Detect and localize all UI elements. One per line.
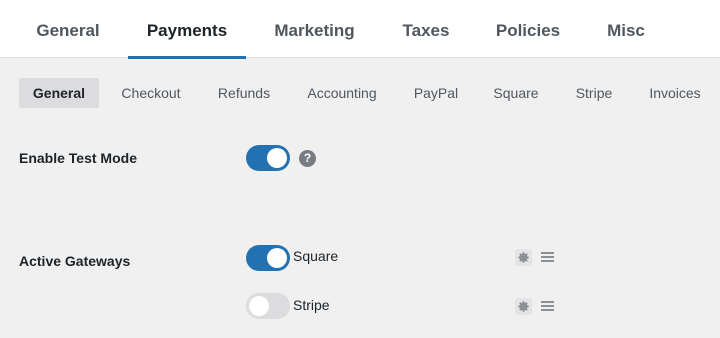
toggle-knob: [267, 248, 287, 268]
test-mode-toggle[interactable]: [246, 145, 290, 171]
subtab-general[interactable]: General: [19, 78, 99, 108]
subtab-paypal[interactable]: PayPal: [404, 78, 468, 108]
test-mode-label: Enable Test Mode: [19, 150, 137, 166]
subtab-accounting[interactable]: Accounting: [298, 78, 386, 108]
toggle-knob: [249, 296, 269, 316]
toggle-knob: [267, 148, 287, 168]
subtab-stripe[interactable]: Stripe: [566, 78, 622, 108]
top-tab-bar: General Payments Marketing Taxes Policie…: [0, 0, 720, 59]
tab-policies[interactable]: Policies: [484, 0, 572, 58]
subtab-refunds[interactable]: Refunds: [207, 78, 281, 108]
tab-payments[interactable]: Payments: [128, 0, 246, 59]
gear-icon[interactable]: [515, 298, 532, 315]
drag-handle-icon[interactable]: [541, 252, 554, 263]
square-gateway-label: Square: [293, 248, 339, 264]
subtab-invoices[interactable]: Invoices: [641, 78, 709, 108]
active-gateways-label: Active Gateways: [19, 253, 131, 269]
subtab-checkout[interactable]: Checkout: [111, 78, 191, 108]
question-mark-icon[interactable]: ?: [299, 150, 316, 167]
tab-general[interactable]: General: [18, 0, 118, 58]
tab-misc[interactable]: Misc: [594, 0, 658, 58]
tab-marketing[interactable]: Marketing: [262, 0, 367, 58]
square-gateway-toggle[interactable]: [246, 245, 290, 271]
stripe-gateway-label: Stripe: [293, 297, 330, 313]
subtab-square[interactable]: Square: [484, 78, 548, 108]
gear-icon[interactable]: [515, 249, 532, 266]
stripe-gateway-toggle[interactable]: [246, 293, 290, 319]
drag-handle-icon[interactable]: [541, 301, 554, 312]
tab-taxes[interactable]: Taxes: [390, 0, 462, 58]
